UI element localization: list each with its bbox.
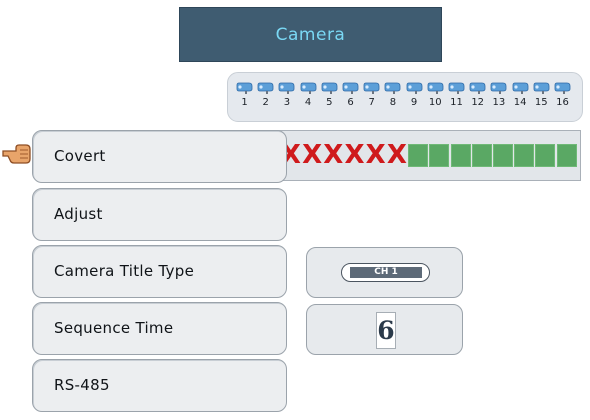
camera-icon: [257, 82, 274, 94]
menu-item-rs485[interactable]: RS-485: [32, 359, 293, 412]
channel-header: 1 2 3 4 5 6 7 8 9 10 11 12 13 14 15 16: [227, 72, 583, 122]
camera-icon: [490, 82, 507, 94]
channel-number: 11: [450, 97, 463, 108]
covert-off-cell[interactable]: [471, 144, 492, 167]
menu-item-label: RS-485: [54, 376, 110, 394]
camera-icon: [300, 82, 316, 94]
window-title-text: Camera: [275, 24, 346, 45]
camera-icon: [512, 82, 528, 94]
channel-10: 10: [425, 79, 446, 115]
channel-number: 2: [262, 97, 269, 108]
menu-item-label: Covert: [54, 147, 106, 165]
channel-number: 15: [534, 97, 548, 108]
camera-icon: [363, 82, 380, 94]
camera-icon: [236, 82, 253, 94]
channel-5: 5: [319, 79, 340, 115]
channel-number: 14: [513, 97, 527, 108]
menu-item-camera-title-type[interactable]: Camera Title Type: [32, 245, 293, 298]
channel-9: 9: [404, 79, 425, 115]
channel-6: 6: [340, 79, 361, 115]
channel-13: 13: [488, 79, 509, 115]
camera-menu-screen: Camera 12345678910111213141516 XXXXXXXX …: [0, 0, 590, 420]
channel-14: 14: [510, 79, 531, 115]
covert-off-cell[interactable]: [450, 144, 471, 167]
channel-number: 9: [410, 97, 418, 108]
camera-icon: [533, 82, 550, 94]
covert-on-mark[interactable]: X: [323, 140, 344, 171]
channel-12: 12: [467, 79, 488, 115]
camera-icon: [342, 82, 359, 94]
covert-on-mark[interactable]: X: [386, 140, 407, 171]
channel-16: 16: [552, 79, 573, 115]
channel-11: 11: [446, 79, 467, 115]
covert-off-cell[interactable]: [429, 144, 450, 167]
channel-number: 12: [471, 97, 485, 108]
covert-on-mark[interactable]: X: [344, 140, 365, 171]
camera-icon: [427, 82, 444, 94]
menu-item-label: Camera Title Type: [54, 262, 195, 280]
covert-off-cell[interactable]: [535, 144, 556, 167]
channel-number: 7: [368, 97, 375, 108]
channel-7: 7: [361, 79, 382, 115]
channel-2: 2: [255, 79, 276, 115]
sequence-time-value-box[interactable]: 6: [300, 304, 471, 355]
channel-number: 8: [389, 97, 397, 108]
camera-icon: [469, 82, 486, 94]
camera-title-type-value-box[interactable]: CH 1: [300, 247, 471, 298]
channel-8: 8: [382, 79, 403, 115]
camera-icon: [321, 82, 338, 94]
camera-icon: [406, 82, 422, 94]
channel-number: 13: [492, 97, 506, 108]
channel-1: 1: [234, 79, 255, 115]
channel-number: 3: [283, 97, 291, 108]
covert-off-cell[interactable]: [514, 144, 535, 167]
camera-title-type-selector[interactable]: CH 1: [341, 263, 430, 282]
covert-on-mark[interactable]: X: [365, 140, 386, 171]
camera-title-type-value: CH 1: [350, 267, 422, 278]
channel-number: 10: [428, 97, 442, 108]
menu-item-adjust[interactable]: Adjust: [32, 188, 293, 241]
channel-number: 4: [304, 97, 312, 108]
channel-4: 4: [298, 79, 319, 115]
menu-item-label: Sequence Time: [54, 319, 174, 337]
camera-icon: [278, 82, 295, 94]
window-title: Camera: [179, 7, 442, 62]
covert-off-cell[interactable]: [492, 144, 513, 167]
channel-number: 1: [241, 97, 248, 108]
channel-15: 15: [531, 79, 552, 115]
covert-off-cell[interactable]: [556, 144, 577, 167]
menu-item-label: Adjust: [54, 205, 103, 223]
channel-number: 5: [326, 97, 333, 108]
channel-3: 3: [276, 79, 297, 115]
camera-icon: [384, 82, 401, 94]
covert-off-cell[interactable]: [408, 144, 429, 167]
channel-number: 6: [347, 97, 354, 108]
channel-number: 16: [556, 97, 569, 108]
camera-icon: [554, 82, 571, 94]
menu-item-covert[interactable]: Covert: [32, 130, 293, 183]
hand-pointer-icon: [2, 144, 31, 164]
covert-on-mark[interactable]: X: [302, 140, 323, 171]
sequence-time-value[interactable]: 6: [376, 312, 396, 349]
menu-item-sequence-time[interactable]: Sequence Time: [32, 302, 293, 355]
camera-icon: [448, 82, 465, 94]
